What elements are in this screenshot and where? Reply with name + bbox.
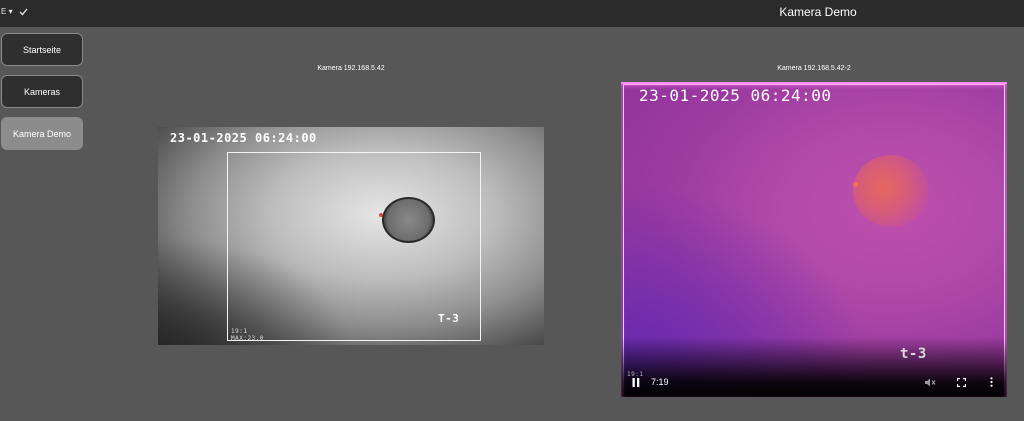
nav-button-kameras[interactable]: Kameras (1, 75, 83, 108)
nav-button-startseite[interactable]: Startseite (1, 33, 83, 66)
nav-button-kamera-demo[interactable]: Kamera Demo (1, 117, 83, 150)
nav-button-label: Kamera Demo (12, 128, 72, 139)
camera-2-feed[interactable]: 23-01-2025 06:24:00 t-3 19:1 7:19 (621, 82, 1007, 397)
camera-1-timestamp: 23-01-2025 06:24:00 (170, 131, 317, 145)
camera-2-label: Kamera 192.168.5.42-2 (777, 65, 851, 72)
playback-time: 7:19 (651, 377, 669, 387)
active-stream-highlight (621, 82, 1007, 397)
mute-icon[interactable] (922, 376, 938, 388)
camera-1-ratio: 19:1 (231, 328, 248, 335)
sidebar: Startseite Kameras Kamera Demo (1, 33, 83, 159)
video-player-controls: 7:19 (621, 372, 1007, 392)
top-bar: E ▾ Kamera Demo (0, 0, 1024, 27)
camera-1-tag: T-3 (438, 312, 460, 325)
nav-button-label: Kameras (23, 86, 60, 97)
camera-1-label: Kamera 192.168.5.42 (317, 65, 385, 72)
nav-button-label: Startseite (22, 44, 62, 55)
camera-1-max-temp: MAX:23.0 (231, 335, 264, 342)
pause-icon[interactable] (629, 376, 643, 388)
app-title: Kamera Demo (779, 5, 857, 19)
more-vert-icon[interactable] (985, 376, 997, 388)
camera-1-feed[interactable]: 23-01-2025 06:24:00 T-3 19:1 MAX:23.0 (158, 127, 544, 345)
fullscreen-icon[interactable] (954, 376, 968, 388)
app-window: E ▾ Kamera Demo Startseite Kameras Kamer… (0, 0, 1024, 421)
